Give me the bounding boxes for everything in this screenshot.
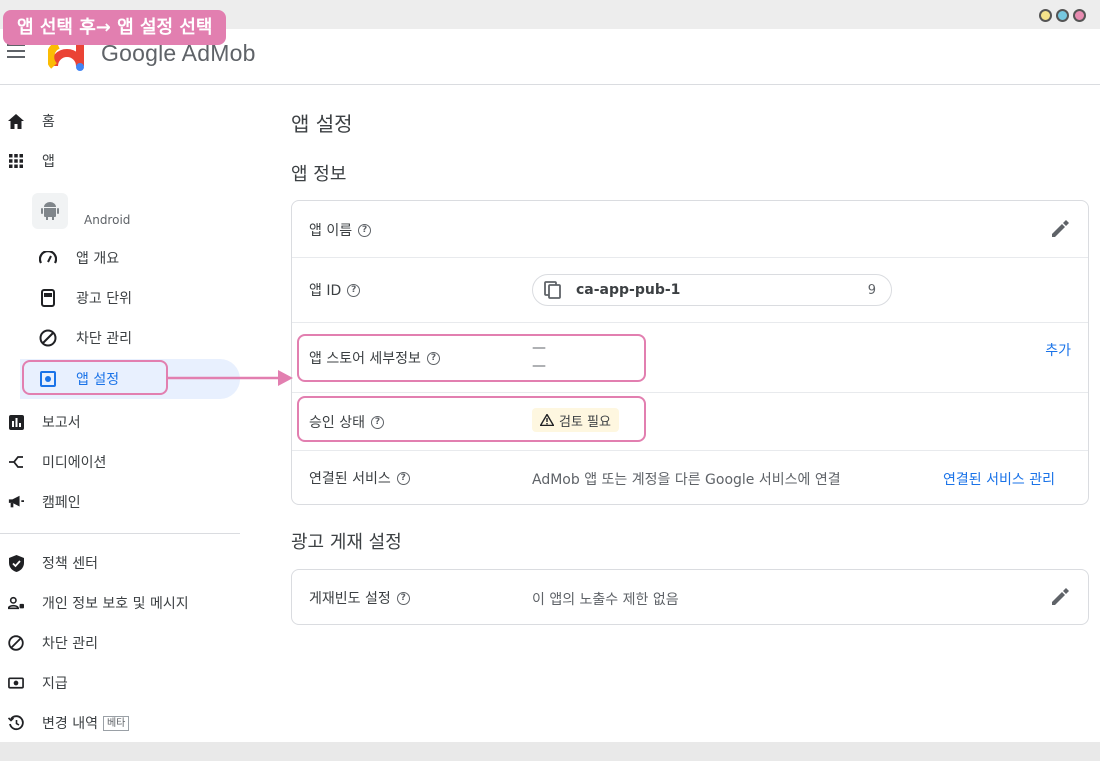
block-icon (8, 635, 24, 651)
help-icon[interactable]: ? (347, 283, 361, 297)
android-icon (41, 202, 59, 220)
sidebar-item-label: 캠페인 (42, 495, 81, 511)
app-id-value: ca-app-pub-1 (576, 282, 681, 298)
maximize-button[interactable] (1056, 9, 1069, 22)
app-name-label: 앱 이름 (309, 223, 353, 239)
beta-badge: 베타 (102, 715, 130, 731)
sidebar-item-campaigns[interactable]: 캠페인 (0, 482, 81, 522)
app-window: Google AdMob 앱 선택 후→ 앱 설정 선택 홈 앱 Android… (0, 0, 1100, 742)
row-app-name: 앱 이름 ? (292, 201, 1088, 258)
help-icon[interactable]: ? (396, 591, 410, 605)
section-title-ad-serving: 광고 게재 설정 (291, 532, 402, 553)
frequency-cap-label: 게재빈도 설정 (309, 591, 391, 607)
history-icon (8, 715, 24, 731)
speedometer-icon (38, 248, 58, 268)
row-frequency-cap: 게재빈도 설정 ? 이 앱의 노출수 제한 없음 (292, 570, 1088, 626)
row-label: 앱 이름 ? (309, 220, 372, 240)
row-app-id: 앱 ID ? ca-app-pub-1 9 (292, 258, 1088, 323)
highlight-store-details (297, 334, 646, 382)
annotation-arrow-icon (166, 370, 293, 386)
sidebar-item-label: 차단 관리 (42, 636, 98, 652)
reports-icon (8, 414, 24, 430)
help-icon[interactable]: ? (358, 223, 372, 237)
app-id-label: 앱 ID (309, 283, 342, 299)
app-icon[interactable] (32, 193, 68, 229)
sidebar-item-policy-center[interactable]: 정책 센터 (0, 543, 98, 583)
sidebar-item-ad-units[interactable]: 광고 단위 (38, 278, 132, 318)
sidebar-item-label: 변경 내역 (42, 716, 98, 732)
app-id-field[interactable]: ca-app-pub-1 9 (532, 274, 892, 306)
sidebar-item-label: 미디에이션 (42, 455, 107, 471)
sidebar-item-blocking-controls-2[interactable]: 차단 관리 (0, 623, 98, 663)
sidebar: 홈 앱 Android 앱 개요 광고 단위 차단 관리 앱 설정 보고서 미디… (0, 86, 260, 742)
minimize-button[interactable] (1039, 9, 1052, 22)
sidebar-item-label: 보고서 (42, 415, 81, 431)
home-icon (8, 113, 24, 129)
frequency-cap-value: 이 앱의 노출수 제한 없음 (532, 592, 679, 608)
row-label: 앱 ID ? (309, 280, 361, 300)
instruction-banner: 앱 선택 후→ 앱 설정 선택 (3, 10, 227, 45)
sidebar-item-blocking-controls[interactable]: 차단 관리 (38, 318, 132, 358)
section-title-app-info: 앱 정보 (291, 164, 347, 185)
shield-icon (8, 554, 24, 572)
sidebar-item-label: 홈 (42, 114, 55, 130)
sidebar-item-apps[interactable]: 앱 (0, 141, 55, 181)
sidebar-item-reports[interactable]: 보고서 (0, 402, 81, 442)
menu-icon[interactable] (7, 44, 25, 58)
sidebar-item-mediation[interactable]: 미디에이션 (0, 442, 106, 482)
manage-linked-services-link[interactable]: 연결된 서비스 관리 (943, 469, 1055, 489)
highlight-app-settings (22, 360, 168, 395)
block-icon (38, 328, 58, 348)
sidebar-item-label: 앱 개요 (76, 251, 120, 267)
sidebar-divider (0, 533, 240, 534)
sidebar-item-home[interactable]: 홈 (0, 101, 55, 141)
megaphone-icon (8, 494, 24, 510)
row-label: 게재빈도 설정 ? (309, 588, 410, 608)
sidebar-item-payments[interactable]: 지급 (0, 663, 68, 703)
sidebar-item-label: 앱 (42, 154, 55, 170)
linked-services-label: 연결된 서비스 (309, 471, 391, 487)
sidebar-item-privacy-messaging[interactable]: 개인 정보 보호 및 메시지 (0, 583, 189, 623)
add-store-link[interactable]: 추가 (1045, 340, 1071, 360)
linked-services-value: AdMob 앱 또는 계정을 다른 Google 서비스에 연결 (532, 472, 841, 488)
close-button[interactable] (1073, 9, 1086, 22)
copy-icon[interactable] (544, 281, 562, 299)
edit-pencil-icon[interactable] (1050, 587, 1070, 607)
sidebar-item-label: 차단 관리 (76, 331, 132, 347)
sidebar-item-label: 개인 정보 보호 및 메시지 (42, 596, 189, 612)
sidebar-item-change-history[interactable]: 변경 내역 베타 (0, 703, 130, 743)
mediation-icon (8, 454, 24, 470)
sidebar-item-label: 지급 (42, 676, 68, 692)
app-platform-label: Android (84, 213, 131, 227)
row-label: 연결된 서비스 ? (309, 468, 410, 488)
highlight-approval-status (297, 396, 646, 442)
payments-icon (8, 675, 24, 691)
row-linked-services: 연결된 서비스 ? AdMob 앱 또는 계정을 다른 Google 서비스에 … (292, 451, 1088, 506)
privacy-user-icon (8, 595, 24, 611)
window-controls (1039, 9, 1086, 22)
sidebar-item-label: 정책 센터 (42, 556, 98, 572)
page-title: 앱 설정 (291, 112, 353, 136)
sidebar-item-app-overview[interactable]: 앱 개요 (38, 238, 119, 278)
edit-pencil-icon[interactable] (1050, 219, 1070, 239)
app-id-tail: 9 (867, 282, 876, 298)
sidebar-item-label: 광고 단위 (76, 291, 132, 307)
help-icon[interactable]: ? (396, 471, 410, 485)
apps-grid-icon (8, 153, 24, 169)
ad-unit-icon (38, 288, 58, 308)
ad-serving-card: 게재빈도 설정 ? 이 앱의 노출수 제한 없음 (291, 569, 1089, 625)
